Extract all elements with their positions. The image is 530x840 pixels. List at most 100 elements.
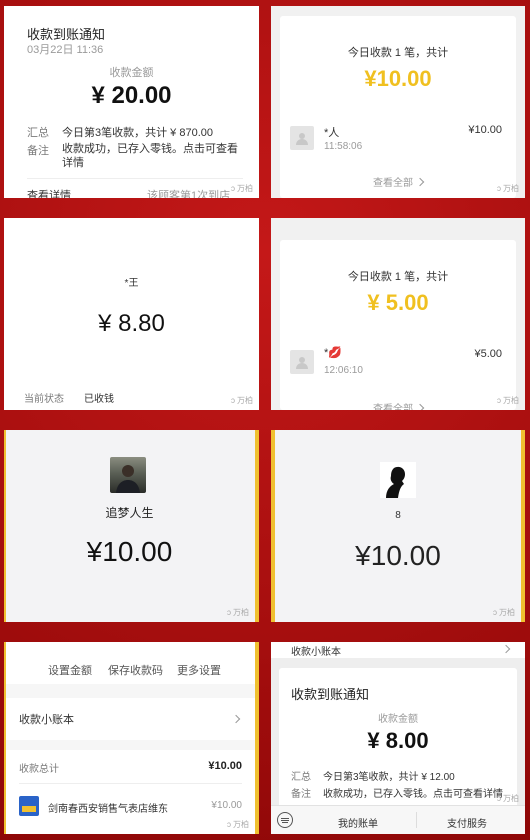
payer-name: *💋: [324, 347, 342, 359]
user-icon: [296, 133, 308, 145]
remark-value: 收款成功，已存入零钱。点击可查看详情: [323, 789, 503, 800]
chevron-right-icon: [415, 177, 425, 186]
panel-receive-code-ledger: 设置金额 保存收款码 更多设置 收款小账本 收款总计 ¥10.00 剑南春西安销…: [4, 642, 259, 834]
panel-payment-notification-8: 收款小账本 收款到账通知 收款金额 ¥ 8.00 汇总 今日第3笔收款，共计 ¥…: [271, 642, 525, 834]
actions-card: 设置金额 保存收款码 更多设置: [6, 642, 255, 684]
payer-name: 追梦人生: [105, 506, 154, 520]
gold-edge: [271, 430, 275, 622]
gold-edge: [521, 430, 525, 622]
summary-label: 汇总: [27, 127, 49, 139]
summary-value: 今日第3笔收款，共计 ¥ 870.00: [62, 127, 213, 139]
watermark-icon: ↄ: [497, 396, 501, 405]
panel-daily-receipt-10: 今日收款 1 笔，共计 ¥10.00 *人 11:58:06 ¥10.00 查看…: [271, 6, 525, 198]
amount-value: ¥10.00: [355, 540, 441, 571]
watermark-icon: ↄ: [497, 794, 501, 803]
customer-visit-note: 该顾客第1次到店: [147, 190, 231, 198]
view-details-link[interactable]: 查看详情: [27, 187, 71, 198]
notification-date: 03月22日 11:36: [27, 44, 104, 56]
summary-value: 今日第3笔收款，共计 ¥ 12.00: [323, 772, 455, 783]
payer-time: 11:58:06: [324, 141, 363, 152]
payer-avatar: [290, 350, 314, 374]
divider: [27, 178, 243, 179]
watermark: ↄ 万柏: [497, 794, 519, 803]
total-value: ¥10.00: [208, 760, 242, 772]
payer-name: 8: [395, 510, 401, 521]
ledger-label: 收款小账本: [291, 646, 341, 658]
payer-amount: ¥5.00: [474, 348, 502, 360]
watermark: ↄ 万柏: [497, 396, 519, 405]
payer-amount: ¥10.00: [468, 124, 502, 136]
panel-payer-zhuimeng: 追梦人生 ¥10.00 ↄ 万柏: [4, 430, 259, 622]
payer-avatar: [380, 462, 416, 498]
watermark-icon: ↄ: [497, 184, 501, 193]
watermark-icon: ↄ: [227, 820, 231, 829]
watermark-icon: ↄ: [493, 608, 497, 617]
watermark: ↄ 万柏: [231, 184, 253, 193]
set-amount-link[interactable]: 设置金额: [48, 662, 92, 678]
watermark-icon: ↄ: [227, 608, 231, 617]
receipt-card: 今日收款 1 笔，共计 ¥ 5.00 *💋 12:06:10 ¥5.00 查看全…: [280, 240, 516, 410]
save-code-link[interactable]: 保存收款码: [108, 662, 163, 678]
today-summary-text: 今日收款 1 笔，共计: [347, 47, 449, 59]
payer-name: *人: [324, 127, 340, 139]
watermark-icon: ↄ: [231, 184, 235, 193]
merchant-name: 剑南春西安销售气表店维东: [48, 804, 168, 815]
notification-title: 收款到账通知: [291, 687, 370, 702]
ledger-row[interactable]: 收款小账本: [271, 642, 525, 658]
gold-edge: [255, 642, 259, 834]
keyboard-icon[interactable]: [277, 812, 293, 828]
silhouette-icon: [386, 466, 405, 498]
watermark: ↄ 万柏: [231, 396, 253, 405]
divider: [19, 783, 242, 784]
ledger-row[interactable]: 收款小账本: [6, 698, 255, 740]
amount-value: ¥ 20.00: [91, 82, 172, 109]
remark-label: 备注: [291, 789, 311, 800]
panel-payment-notification-20: 收款到账通知 03月22日 11:36 收款金额 ¥ 20.00 汇总 今日第3…: [4, 6, 259, 198]
amount-value: ¥ 8.80: [98, 310, 165, 337]
tab-payment-services[interactable]: 支付服务: [417, 815, 517, 830]
chevron-right-icon: [231, 714, 241, 724]
merchant-amount: ¥10.00: [211, 800, 242, 811]
amount-label: 收款金额: [378, 714, 418, 725]
chevron-right-icon: [415, 403, 425, 410]
gold-edge: [4, 430, 6, 622]
view-all-link[interactable]: 查看全部: [280, 400, 516, 410]
today-total-amount: ¥ 5.00: [367, 290, 429, 315]
panel-daily-receipt-5: 今日收款 1 笔，共计 ¥ 5.00 *💋 12:06:10 ¥5.00 查看全…: [271, 218, 525, 410]
view-all-link[interactable]: 查看全部: [280, 174, 516, 189]
status-label: 当前状态: [24, 394, 64, 405]
watermark: ↄ 万柏: [227, 820, 249, 829]
ledger-label: 收款小账本: [19, 714, 74, 726]
today-summary-text: 今日收款 1 笔，共计: [347, 271, 449, 283]
total-card: 收款总计 ¥10.00 剑南春西安销售气表店维东 ¥10.00: [6, 750, 255, 834]
merchant-icon: [19, 796, 39, 816]
watermark: ↄ 万柏: [497, 184, 519, 193]
payer-avatar: [290, 126, 314, 150]
panel-payment-8-80: *王 ¥ 8.80 当前状态 已收钱 ↄ 万柏: [4, 218, 259, 410]
status-value: 已收钱: [84, 394, 114, 405]
gold-edge: [255, 430, 259, 622]
notification-card: 收款到账通知 收款金额 ¥ 8.00 汇总 今日第3笔收款，共计 ¥ 12.00…: [279, 668, 517, 808]
total-label: 收款总计: [19, 764, 59, 775]
remark-label: 备注: [27, 145, 49, 157]
chevron-right-icon: [501, 644, 511, 654]
person-photo-icon: [116, 465, 140, 493]
amount-value: ¥10.00: [86, 536, 173, 567]
watermark: ↄ 万柏: [493, 608, 515, 617]
receipt-card: 今日收款 1 笔，共计 ¥10.00 *人 11:58:06 ¥10.00 查看…: [280, 16, 516, 198]
watermark-icon: ↄ: [231, 396, 235, 405]
panel-payer-8: 8 ¥10.00 ↄ 万柏: [271, 430, 525, 622]
tab-my-bills[interactable]: 我的账单: [303, 815, 413, 830]
payer-time: 12:06:10: [324, 365, 363, 376]
remark-value: 收款成功，已存入零钱。点击可查看详情: [62, 143, 238, 169]
payer-name: *王: [124, 278, 139, 289]
watermark: ↄ 万柏: [227, 608, 249, 617]
user-icon: [296, 357, 308, 369]
amount-label: 收款金额: [109, 67, 154, 79]
bottom-tab-bar: 我的账单 支付服务: [271, 805, 525, 834]
amount-value: ¥ 8.00: [367, 728, 429, 753]
today-total-amount: ¥10.00: [364, 66, 432, 91]
more-settings-link[interactable]: 更多设置: [177, 662, 221, 678]
payer-avatar: [110, 457, 146, 493]
summary-label: 汇总: [291, 772, 311, 783]
